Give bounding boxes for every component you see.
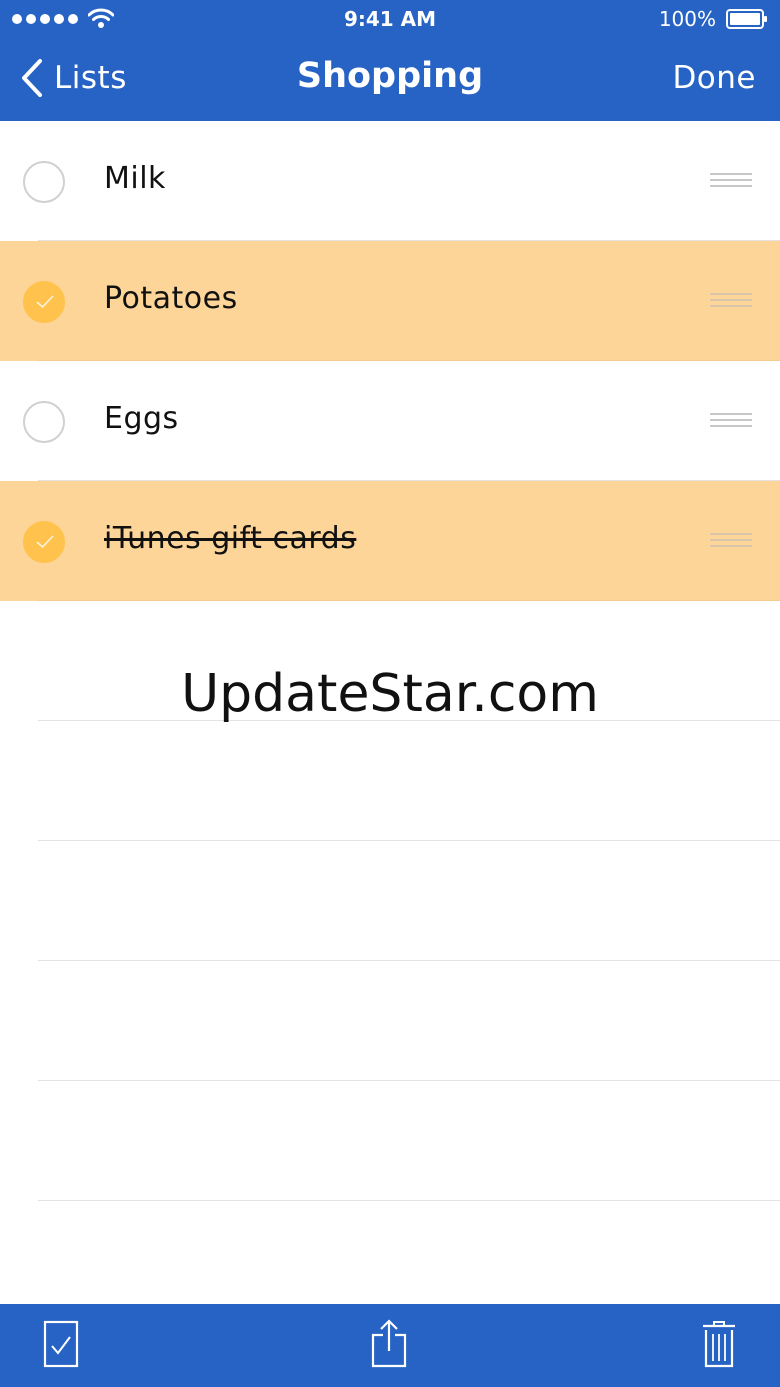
item-label: Milk bbox=[104, 161, 166, 196]
checkmark-icon bbox=[36, 535, 54, 549]
back-button-label: Lists bbox=[54, 60, 127, 96]
checkmark-icon bbox=[36, 295, 54, 309]
item-checkbox[interactable] bbox=[23, 521, 65, 563]
item-label: Eggs bbox=[104, 401, 179, 436]
item-checkbox[interactable] bbox=[23, 281, 65, 323]
navigation-bar: Lists Shopping Done bbox=[0, 40, 780, 121]
drag-handle-icon[interactable] bbox=[710, 413, 752, 429]
item-checkbox[interactable] bbox=[23, 401, 65, 443]
empty-row[interactable] bbox=[0, 1081, 780, 1201]
trash-icon[interactable] bbox=[702, 1320, 736, 1368]
empty-row[interactable] bbox=[0, 961, 780, 1081]
bottom-toolbar bbox=[0, 1304, 780, 1387]
list-item[interactable]: iTunes gift cards bbox=[0, 481, 780, 601]
battery-percent: 100% bbox=[658, 7, 716, 31]
app-header: 9:41 AM 100% Lists Shopping Done bbox=[0, 0, 780, 121]
item-label: iTunes gift cards bbox=[104, 521, 357, 556]
list-item[interactable]: Milk bbox=[0, 121, 780, 241]
empty-row[interactable] bbox=[0, 601, 780, 721]
back-button[interactable]: Lists bbox=[20, 58, 127, 98]
check-all-icon[interactable] bbox=[43, 1320, 79, 1368]
chevron-left-icon bbox=[22, 59, 42, 97]
drag-handle-icon[interactable] bbox=[710, 533, 752, 549]
list-item[interactable]: Eggs bbox=[0, 361, 780, 481]
list-item[interactable]: Potatoes bbox=[0, 241, 780, 361]
battery-icon bbox=[726, 9, 767, 29]
done-button[interactable]: Done bbox=[672, 60, 756, 96]
status-bar: 9:41 AM 100% bbox=[0, 0, 780, 40]
item-checkbox[interactable] bbox=[23, 161, 65, 203]
share-icon[interactable] bbox=[371, 1318, 407, 1368]
item-label: Potatoes bbox=[104, 281, 238, 316]
drag-handle-icon[interactable] bbox=[710, 293, 752, 309]
drag-handle-icon[interactable] bbox=[710, 173, 752, 189]
row-divider bbox=[38, 1200, 780, 1201]
empty-row[interactable] bbox=[0, 721, 780, 841]
shopping-list: Milk Potatoes Eggs iTunes gift cards bbox=[0, 121, 780, 1201]
empty-row[interactable] bbox=[0, 841, 780, 961]
